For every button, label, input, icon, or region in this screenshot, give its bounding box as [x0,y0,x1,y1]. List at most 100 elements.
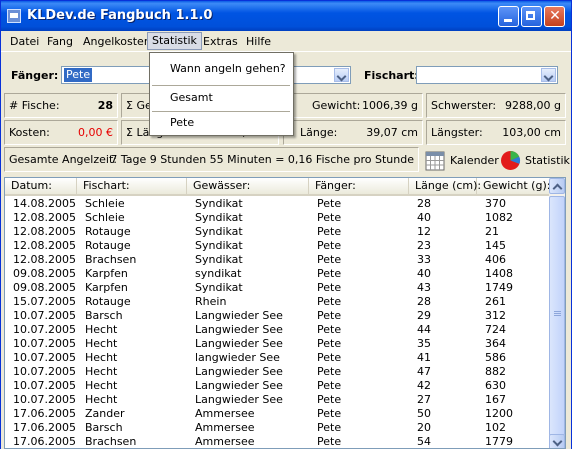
table-row[interactable]: 09.08.2005 Karpfen Syndikat Pete 43 1749 [5,281,550,295]
chevron-down-icon[interactable] [334,68,349,82]
cell-datum: 10.07.2005 [13,351,76,364]
kalender-button[interactable]: Kalender [450,154,499,167]
menu-statistik[interactable]: Statistik [147,32,202,50]
stat-angelzeit: Gesamte Angelzeit: 7 Tage 9 Stunden 55 M… [4,147,419,172]
col-header-gewaesser[interactable]: Gewässer: [187,178,309,194]
vertical-scrollbar[interactable] [549,178,565,448]
col-header-gewicht[interactable]: Gewicht (g): [477,178,550,194]
cell-gewicht: 1408 [485,267,513,280]
cell-datum: 09.08.2005 [13,281,76,294]
cell-gewicht: 102 [485,421,506,434]
stat-fische-value: 28 [97,99,113,112]
table-row[interactable]: 12.08.2005 Schleie Syndikat Pete 40 1082 [5,211,550,225]
cell-gewaesser: Ammersee [195,421,255,434]
menu-bar: Datei Fang Angelkosten Statistik Extras … [1,31,571,52]
cell-gewaesser: Rhein [195,295,227,308]
col-header-datum[interactable]: Datum: [5,178,77,194]
cell-gewicht: 406 [485,253,506,266]
table-body: 14.08.2005 Schleie Syndikat Pete 28 370 12.08.… [5,197,550,448]
stat-kosten-value: 0,00 € [78,126,113,139]
table-row[interactable]: 10.07.2005 Barsch Langwieder See Pete 29 312 [5,309,550,323]
table-header: Datum: Fischart: Gewässer: Fänger: Länge… [5,178,550,196]
menu-fang[interactable]: Fang [43,34,77,49]
cell-datum: 10.07.2005 [13,393,76,406]
cell-datum: 10.07.2005 [13,365,76,378]
table-row[interactable]: 10.07.2005 Hecht Langwieder See Pete 27 167 [5,393,550,407]
table-row[interactable]: 12.08.2005 Rotauge Syndikat Pete 12 21 [5,225,550,239]
scroll-up-button[interactable] [549,178,565,194]
table-row[interactable]: 10.07.2005 Hecht Langwieder See Pete 47 882 [5,365,550,379]
scrollbar-thumb[interactable] [549,196,565,436]
menu-angelkosten[interactable]: Angelkosten [79,34,155,49]
table-row[interactable]: 10.07.2005 Hecht langwieder See Pete 41 586 [5,351,550,365]
menu-item-pete[interactable]: Pete [150,112,293,134]
table-row[interactable]: 17.06.2005 Zander Ammersee Pete 50 1200 [5,407,550,421]
cell-datum: 12.08.2005 [13,239,76,252]
col-header-faenger[interactable]: Fänger: [309,178,409,194]
col-header-laenge[interactable]: Länge (cm): [409,178,481,194]
cell-fischart: Karpfen [85,281,128,294]
table-row[interactable]: 10.07.2005 Hecht Langwieder See Pete 35 364 [5,337,550,351]
table-row[interactable]: 09.08.2005 Karpfen syndikat Pete 40 1408 [5,267,550,281]
table-row[interactable]: 10.07.2005 Hecht Langwieder See Pete 42 630 [5,379,550,393]
cell-gewicht: 882 [485,365,506,378]
stat-kosten: Kosten: 0,00 € [4,120,118,145]
table-row[interactable]: 12.08.2005 Brachsen Syndikat Pete 33 406 [5,253,550,267]
table-row[interactable]: 17.06.2005 Barsch Ammersee Pete 20 102 [5,421,550,435]
minimize-button[interactable] [498,6,519,27]
cell-fischart: Zander [85,407,125,420]
cell-fischart: Schleie [85,197,125,210]
cell-datum: 15.07.2005 [13,295,76,308]
cell-datum: 17.06.2005 [13,435,76,448]
cell-fischart: Barsch [85,421,123,434]
chevron-down-icon[interactable] [541,68,556,82]
cell-datum: 17.06.2005 [13,407,76,420]
menu-item-gesamt[interactable]: Gesamt [150,87,293,109]
cell-gewaesser: langwieder See [195,351,280,364]
stat-laengster-label: Längster: [431,126,483,139]
pie-chart-icon[interactable] [500,150,521,171]
cell-laenge: 43 [417,281,431,294]
cell-fischart: Rotauge [85,239,131,252]
table-row[interactable]: 10.07.2005 Hecht Langwieder See Pete 44 724 [5,323,550,337]
stat-schwerster-label: Schwerster: [431,99,497,112]
close-button[interactable]: ✕ [544,6,565,27]
statistik-button[interactable]: Statistik [525,154,570,167]
cell-datum: 10.07.2005 [13,337,76,350]
cell-gewaesser: Langwieder See [195,323,283,336]
cell-gewicht: 1779 [485,435,513,448]
cell-fischart: Barsch [85,309,123,322]
cell-gewicht: 1200 [485,407,513,420]
table-row[interactable]: 12.08.2005 Rotauge Syndikat Pete 23 145 [5,239,550,253]
fischart-select[interactable] [416,66,558,84]
table-row[interactable]: 15.07.2005 Rotauge Rhein Pete 28 261 [5,295,550,309]
cell-gewicht: 1082 [485,211,513,224]
maximize-button[interactable] [521,6,542,27]
scroll-down-button[interactable] [549,434,565,448]
calendar-icon[interactable] [425,151,445,171]
menu-hilfe[interactable]: Hilfe [242,34,275,49]
cell-faenger: Pete [317,337,342,350]
cell-gewaesser: Syndikat [195,225,243,238]
cell-gewicht: 261 [485,295,506,308]
cell-fischart: Hecht [85,393,118,406]
menu-separator [152,85,290,86]
col-header-fischart[interactable]: Fischart: [77,178,187,194]
cell-faenger: Pete [317,323,342,336]
cell-faenger: Pete [317,267,342,280]
table-row[interactable]: 17.06.2005 Brachsen Ammersee Pete 54 1779 [5,435,550,448]
title-bar[interactable]: KLDev.de Fangbuch 1.1.0 ✕ [1,1,571,31]
menu-extras[interactable]: Extras [199,34,242,49]
cell-gewicht: 364 [485,337,506,350]
window-title: KLDev.de Fangbuch 1.1.0 [27,8,213,23]
cell-laenge: 20 [417,421,431,434]
menu-item-wann-angeln[interactable]: Wann angeln gehen? [150,58,293,80]
cell-gewicht: 145 [485,239,506,252]
menu-datei[interactable]: Datei [6,34,43,49]
cell-laenge: 12 [417,225,431,238]
stat-schwerster: Schwerster: 9288,00 g [426,93,566,118]
cell-gewaesser: Langwieder See [195,309,283,322]
cell-faenger: Pete [317,421,342,434]
table-row[interactable]: 14.08.2005 Schleie Syndikat Pete 28 370 [5,197,550,211]
cell-gewicht: 630 [485,379,506,392]
